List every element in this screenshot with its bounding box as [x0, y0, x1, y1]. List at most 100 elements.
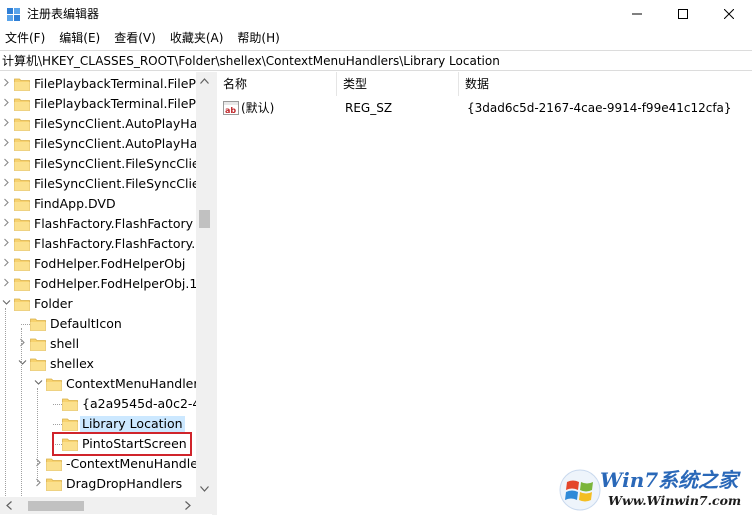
tree-item[interactable]: FileSyncClient.AutoPlayHand: [0, 134, 212, 154]
expand-down-arrow-icon[interactable]: [1, 298, 11, 310]
folder-icon: [62, 398, 78, 411]
folder-icon: [30, 338, 46, 351]
scroll-down-arrow[interactable]: [196, 480, 213, 497]
expand-right-arrow-icon[interactable]: [1, 258, 11, 270]
tree-item[interactable]: -ContextMenuHandlers: [0, 454, 210, 474]
value-data: {3dad6c5d-2167-4cae-9914-f99e41c12cfa}: [467, 101, 732, 115]
chevron-down-icon: [200, 485, 209, 492]
folder-icon: [30, 318, 46, 331]
tree-item[interactable]: Library Location: [0, 414, 196, 434]
menu-view[interactable]: 查看(V): [107, 28, 163, 48]
expand-right-arrow-icon[interactable]: [1, 138, 11, 150]
tree-item-label: FlashFactory.FlashFactory: [34, 216, 194, 231]
column-header-data[interactable]: 数据: [459, 72, 752, 96]
list-header: 名称 类型 数据: [217, 72, 752, 96]
menu-favorites[interactable]: 收藏夹(A): [163, 28, 231, 48]
maximize-button[interactable]: [660, 0, 706, 28]
expand-right-arrow-icon[interactable]: [1, 118, 11, 130]
address-path[interactable]: 计算机\HKEY_CLASSES_ROOT\Folder\shellex\Con…: [2, 53, 500, 69]
tree-item[interactable]: FlashFactory.FlashFactory.1: [0, 234, 203, 254]
folder-icon: [14, 278, 30, 291]
expand-right-arrow-icon[interactable]: [1, 78, 11, 90]
chevron-right-icon: [184, 501, 191, 510]
folder-icon: [14, 298, 30, 311]
expand-down-arrow-icon[interactable]: [17, 358, 27, 370]
tree-item-label: DragDropHandlers: [66, 476, 183, 491]
tree-item-label: FilePlaybackTerminal.FilePlay: [34, 96, 213, 111]
folder-icon: [14, 218, 30, 231]
tree-item[interactable]: shellex: [0, 354, 196, 374]
scroll-left-arrow[interactable]: [0, 497, 17, 514]
expand-right-arrow-icon[interactable]: [33, 458, 43, 470]
expand-right-arrow-icon[interactable]: [1, 238, 11, 250]
table-row[interactable]: ab (默认) REG_SZ {3dad6c5d-2167-4cae-9914-…: [217, 98, 752, 118]
tree-item[interactable]: FindApp.DVD: [0, 194, 196, 214]
tree-item[interactable]: Folder: [0, 294, 196, 314]
chevron-left-icon: [5, 501, 12, 510]
scroll-up-arrow[interactable]: [196, 72, 213, 89]
tree-item[interactable]: FilePlaybackTerminal.FilePlay: [0, 94, 212, 114]
tree-item[interactable]: DragDropHandlers: [0, 474, 196, 494]
values-list[interactable]: 名称 类型 数据 ab (默认) REG_SZ {3dad6c5d-2167-4…: [217, 72, 752, 515]
tree-item[interactable]: FileSyncClient.FileSyncClient: [0, 154, 212, 174]
tree-item[interactable]: FileSyncClient.FileSyncClient.: [0, 174, 212, 194]
folder-icon: [14, 138, 30, 151]
minimize-button[interactable]: [614, 0, 660, 28]
folder-icon: [46, 378, 62, 391]
expand-right-arrow-icon[interactable]: [1, 278, 11, 290]
tree-item[interactable]: FilePlaybackTerminal.FilePlay: [0, 74, 212, 94]
expand-right-arrow-icon[interactable]: [1, 198, 11, 210]
menu-bar: 文件(F) 编辑(E) 查看(V) 收藏夹(A) 帮助(H): [0, 28, 752, 48]
expand-right-arrow-icon[interactable]: [1, 158, 11, 170]
tree-guide-line: [21, 328, 22, 502]
tree-item[interactable]: FodHelper.FodHelperObj: [0, 254, 196, 274]
tree-item-label: FileSyncClient.FileSyncClient: [34, 156, 213, 171]
tree-item-label: FilePlaybackTerminal.FilePlay: [34, 76, 213, 91]
tree-item[interactable]: DefaultIcon: [0, 314, 196, 334]
expand-right-arrow-icon[interactable]: [1, 178, 11, 190]
tree-item[interactable]: shell: [0, 334, 196, 354]
expand-right-arrow-icon[interactable]: [1, 98, 11, 110]
tree-item[interactable]: FileSyncClient.AutoPlayHand: [0, 114, 212, 134]
folder-icon: [14, 158, 30, 171]
value-type: REG_SZ: [345, 101, 393, 115]
expand-down-arrow-icon[interactable]: [33, 378, 43, 390]
tree-hscroll-thumb[interactable]: [28, 501, 84, 511]
expand-right-arrow-icon[interactable]: [17, 338, 27, 350]
address-bar[interactable]: 计算机\HKEY_CLASSES_ROOT\Folder\shellex\Con…: [0, 50, 752, 71]
expand-right-arrow-icon[interactable]: [33, 478, 43, 490]
value-name: (默认): [241, 101, 275, 115]
tree-item-label: FileSyncClient.AutoPlayHand: [34, 136, 213, 151]
minimize-icon: [632, 13, 642, 15]
annotation-highlight-box: [52, 432, 192, 456]
tree-item-label: shell: [50, 336, 80, 351]
scroll-right-arrow[interactable]: [179, 497, 196, 514]
tree-item-label: FlashFactory.FlashFactory.1: [34, 236, 204, 251]
column-header-type[interactable]: 类型: [337, 72, 459, 96]
scroll-corner: [196, 497, 213, 514]
chevron-up-icon: [200, 77, 209, 84]
tree-item[interactable]: ContextMenuHandlers: [0, 374, 205, 394]
close-button[interactable]: [706, 0, 752, 28]
tree-horizontal-scrollbar[interactable]: [0, 497, 196, 514]
tree-vertical-scrollbar[interactable]: [196, 72, 213, 497]
tree-item-label: FodHelper.FodHelperObj.1: [34, 276, 198, 291]
close-icon: [724, 9, 734, 19]
expand-right-arrow-icon[interactable]: [1, 218, 11, 230]
tree-vscroll-thumb[interactable]: [199, 210, 210, 228]
tree-item[interactable]: FlashFactory.FlashFactory: [0, 214, 196, 234]
watermark-title: Win7系统之家: [600, 468, 739, 492]
string-value-icon: ab: [223, 101, 239, 115]
menu-edit[interactable]: 编辑(E): [52, 28, 107, 48]
column-header-name[interactable]: 名称: [217, 72, 337, 96]
maximize-icon: [678, 9, 688, 19]
folder-icon: [46, 478, 62, 491]
menu-help[interactable]: 帮助(H): [230, 28, 286, 48]
folder-icon: [14, 198, 30, 211]
tree-connector-line: [21, 324, 30, 325]
tree-item-label: shellex: [50, 356, 94, 371]
tree-item[interactable]: FodHelper.FodHelperObj.1: [0, 274, 198, 294]
tree-item[interactable]: {a2a9545d-a0c2-42b: [0, 394, 212, 414]
menu-file[interactable]: 文件(F): [0, 28, 52, 48]
tree-guide-line: [37, 388, 38, 482]
